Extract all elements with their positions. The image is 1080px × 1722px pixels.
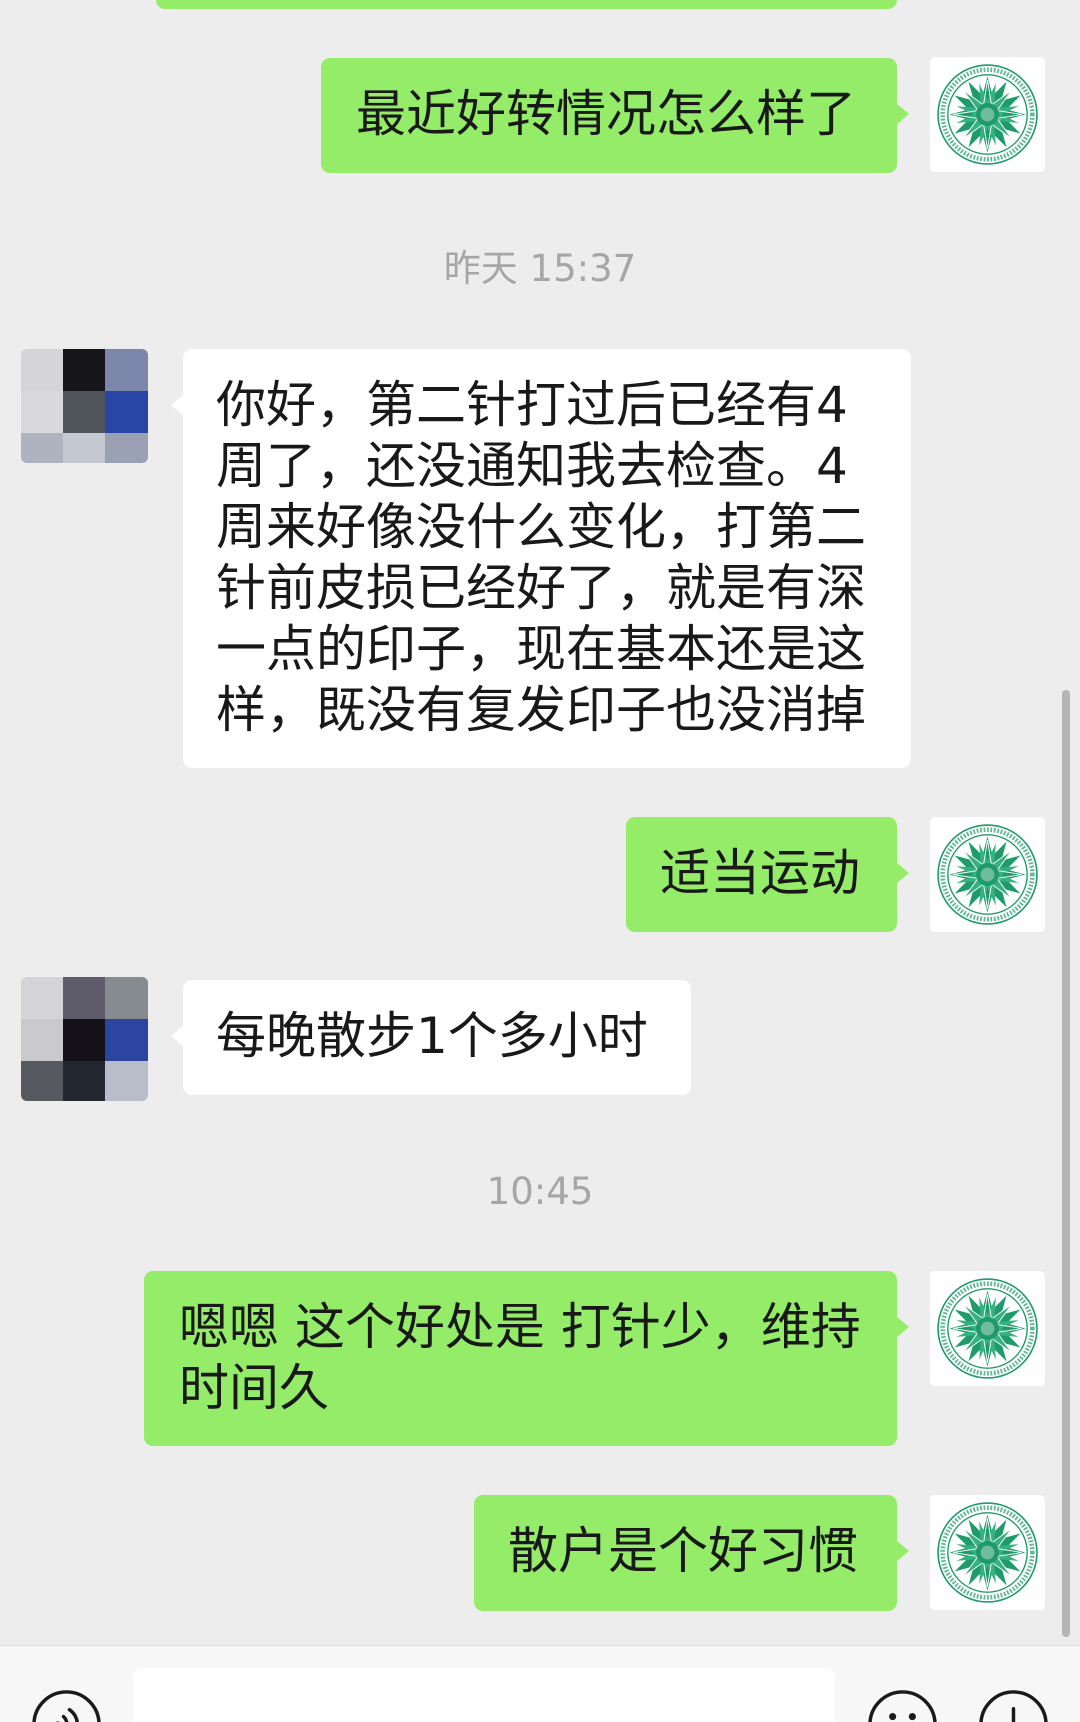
- avatar-mosaic-tile: [63, 391, 105, 433]
- voice-icon: [32, 1690, 101, 1722]
- message-text: 一点的印子，现在基本还是这: [216, 620, 866, 678]
- avatar-mosaic-tile: [105, 1019, 148, 1061]
- message-text: 针前皮损已经好了，就是有深: [216, 559, 866, 617]
- message-text: 样，既没有复发印子也没消掉: [216, 681, 866, 739]
- emoji-icon: [868, 1690, 937, 1722]
- bubble-tail: [171, 394, 184, 416]
- avatar-mosaic-tile: [21, 433, 63, 463]
- scrollbar[interactable]: [1062, 690, 1070, 1637]
- outgoing-message-bubble[interactable]: 嗯嗯 这个好处是 打针少，维持 时间久: [144, 1271, 909, 1446]
- bubble-tail: [896, 103, 909, 125]
- emblem-logo-graphic: [930, 817, 1045, 932]
- message-text: 散户是个好习惯: [508, 1522, 858, 1580]
- plus-icon: [979, 1690, 1048, 1722]
- outgoing-message-bubble[interactable]: 适当运动: [626, 817, 909, 932]
- self-avatar[interactable]: [930, 57, 1045, 172]
- emblem-logo-icon: [930, 57, 1045, 172]
- avatar-mosaic-tile: [21, 391, 63, 433]
- message-text: 你好，第二针打过后已经有4: [216, 376, 848, 434]
- avatar-mosaic-tile: [21, 1019, 63, 1061]
- emblem-logo-icon: [930, 1271, 1045, 1386]
- bubble-tail: [896, 1316, 909, 1338]
- emblem-logo-graphic: [930, 1271, 1045, 1386]
- bubble-tail: [896, 862, 909, 884]
- message-text: 适当运动: [660, 844, 860, 902]
- outgoing-message-bubble[interactable]: 最近好转情况怎么样了: [321, 58, 909, 173]
- avatar-mosaic-tile: [105, 977, 148, 1019]
- chat-message-list[interactable]: 最近好转情况怎么样了 昨天 15:37 你好，第二针打过后已经有4 周了，还没通…: [0, 0, 1080, 1645]
- avatar-mosaic-tile: [105, 433, 148, 463]
- avatar-mosaic-tile: [63, 977, 105, 1019]
- avatar-mosaic-tile: [63, 349, 105, 391]
- avatar-mosaic-tile: [63, 1019, 105, 1061]
- emblem-logo-graphic: [930, 1495, 1045, 1610]
- emblem-logo-icon: [930, 1495, 1045, 1610]
- emoji-button[interactable]: [867, 1689, 938, 1722]
- message-text: 周了，还没通知我去检查。4: [216, 437, 848, 495]
- contact-avatar[interactable]: [21, 977, 148, 1101]
- emblem-logo-icon: [930, 817, 1045, 932]
- message-input[interactable]: [133, 1668, 835, 1722]
- message-text: 嗯嗯 这个好处是 打针少，维持: [179, 1298, 861, 1356]
- avatar-mosaic-tile: [105, 349, 148, 391]
- input-bar: [0, 1645, 1080, 1722]
- contact-avatar[interactable]: [21, 349, 148, 463]
- timestamp: 10:45: [486, 1170, 594, 1213]
- message-text: 时间久: [179, 1359, 329, 1417]
- voice-button[interactable]: [31, 1689, 102, 1722]
- incoming-message-bubble[interactable]: 每晚散步1个多小时: [171, 980, 691, 1095]
- avatar-mosaic-tile: [21, 1061, 63, 1101]
- outgoing-message-bubble[interactable]: [156, 0, 897, 9]
- avatar-mosaic-tile: [21, 977, 63, 1019]
- self-avatar[interactable]: [930, 817, 1045, 932]
- outgoing-message-bubble[interactable]: 散户是个好习惯: [474, 1495, 909, 1611]
- avatar-mosaic-tile: [21, 349, 63, 391]
- self-avatar[interactable]: [930, 1271, 1045, 1386]
- avatar-mosaic-tile: [63, 433, 105, 463]
- plus-button[interactable]: [978, 1689, 1049, 1722]
- message-text: 每晚散步1个多小时: [216, 1007, 648, 1065]
- bubble-tail: [896, 1540, 909, 1562]
- emblem-logo-graphic: [930, 57, 1045, 172]
- message-text: 最近好转情况怎么样了: [356, 85, 856, 143]
- self-avatar[interactable]: [930, 1495, 1045, 1610]
- avatar-mosaic-tile: [105, 1061, 148, 1101]
- avatar-mosaic-tile: [63, 1061, 105, 1101]
- incoming-message-bubble[interactable]: 你好，第二针打过后已经有4 周了，还没通知我去检查。4 周来好像没什么变化，打第…: [171, 349, 911, 768]
- bubble-tail: [171, 1025, 184, 1047]
- avatar-mosaic-tile: [105, 391, 148, 433]
- timestamp: 昨天 15:37: [443, 247, 637, 290]
- message-text: 周来好像没什么变化，打第二: [216, 498, 866, 556]
